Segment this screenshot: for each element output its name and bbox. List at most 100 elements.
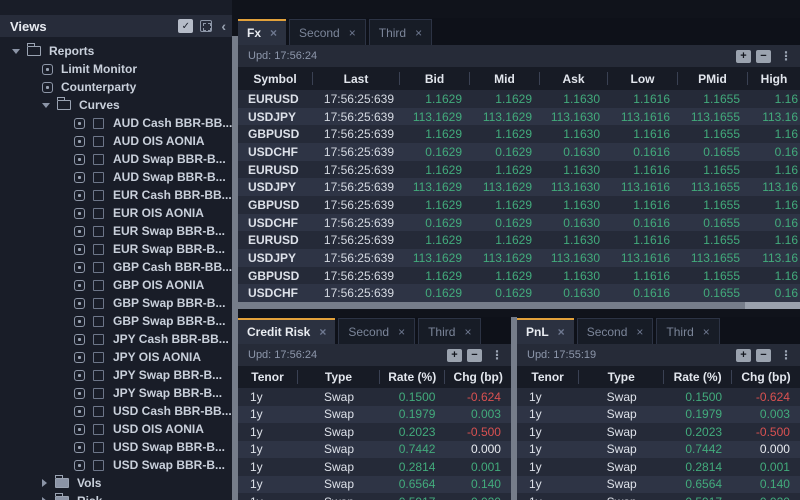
tree-item[interactable]: GBP OIS AONIA [0, 276, 232, 294]
tree-item[interactable]: JPY Swap BBR-B... [0, 366, 232, 384]
multi-select-icon[interactable] [200, 20, 212, 32]
item-checkbox[interactable] [93, 388, 104, 399]
tree-item[interactable]: Limit Monitor [0, 60, 232, 78]
maximize-button[interactable]: + [736, 50, 751, 63]
table-row[interactable]: EURUSD17:56:25:6391.16291.16291.16301.16… [238, 161, 800, 179]
tab-close-icon[interactable]: × [270, 27, 277, 39]
table-row[interactable]: 1ySwap0.65640.140 [517, 476, 800, 494]
table-row[interactable]: USDCHF17:56:25:6390.16290.16290.16300.16… [238, 284, 800, 302]
maximize-button[interactable]: + [736, 349, 751, 362]
item-checkbox[interactable] [93, 244, 104, 255]
tab-pnl[interactable]: PnL× [517, 318, 574, 344]
table-row[interactable]: 1ySwap0.2023-0.500 [517, 423, 800, 441]
table-row[interactable]: 1ySwap0.74420.000 [238, 441, 511, 459]
table-row[interactable]: USDCHF17:56:25:6390.16290.16290.16300.16… [238, 143, 800, 161]
maximize-button[interactable]: + [447, 349, 462, 362]
tree-item[interactable]: GBP Swap BBR-B... [0, 312, 232, 330]
table-row[interactable]: 1ySwap0.65640.140 [238, 476, 511, 494]
tab-third[interactable]: Third× [369, 19, 432, 45]
tab-second[interactable]: Second× [289, 19, 366, 45]
tree-item[interactable]: USD Swap BBR-B... [0, 438, 232, 456]
tab-credit-risk[interactable]: Credit Risk× [238, 318, 335, 344]
table-row[interactable]: USDJPY17:56:25:639113.1629113.1629113.16… [238, 249, 800, 267]
table-row[interactable]: USDCHF17:56:25:6390.16290.16290.16300.16… [238, 214, 800, 232]
item-checkbox[interactable] [93, 298, 104, 309]
item-checkbox[interactable] [93, 172, 104, 183]
column-header[interactable]: Type [579, 370, 664, 383]
panel-menu-icon[interactable]: ⋮ [491, 348, 503, 362]
column-header[interactable]: Low [608, 72, 678, 86]
column-header[interactable]: Last [313, 72, 400, 86]
column-header[interactable]: Chg (bp) [732, 370, 800, 383]
tab-close-icon[interactable]: × [349, 27, 356, 39]
table-row[interactable]: 1ySwap0.28140.001 [517, 458, 800, 476]
tree-item[interactable]: AUD OIS AONIA [0, 132, 232, 150]
tree-item[interactable]: AUD Cash BBR-BB... [0, 114, 232, 132]
tab-third[interactable]: Third× [656, 318, 719, 344]
caret-down-icon[interactable] [12, 49, 20, 54]
column-header[interactable]: Ask [540, 72, 608, 86]
collapse-sidebar-chevron-icon[interactable]: ‹ [221, 19, 226, 33]
item-checkbox[interactable] [93, 316, 104, 327]
item-checkbox[interactable] [93, 118, 104, 129]
column-header[interactable]: Bid [400, 72, 470, 86]
item-checkbox[interactable] [93, 442, 104, 453]
tree-item[interactable]: EUR OIS AONIA [0, 204, 232, 222]
table-row[interactable]: 1ySwap0.1500-0.624 [517, 388, 800, 406]
horizontal-splitter[interactable] [238, 302, 800, 309]
column-header[interactable]: Tenor [238, 370, 298, 383]
tree-item[interactable]: Risk [0, 492, 232, 500]
column-header[interactable]: Type [298, 370, 380, 383]
column-header[interactable]: Tenor [517, 370, 579, 383]
tab-close-icon[interactable]: × [636, 326, 643, 338]
select-all-checkbox-icon[interactable]: ✓ [178, 19, 193, 33]
tree-item[interactable]: AUD Swap BBR-B... [0, 168, 232, 186]
table-row[interactable]: GBPUSD17:56:25:6391.16291.16291.16301.16… [238, 267, 800, 285]
item-checkbox[interactable] [93, 460, 104, 471]
tree-item[interactable]: JPY OIS AONIA [0, 348, 232, 366]
tree-item[interactable]: GBP Cash BBR-BB... [0, 258, 232, 276]
tab-close-icon[interactable]: × [464, 326, 471, 338]
item-checkbox[interactable] [93, 334, 104, 345]
table-row[interactable]: 1ySwap0.1500-0.624 [238, 388, 511, 406]
tree-item[interactable]: JPY Swap BBR-B... [0, 384, 232, 402]
table-row[interactable]: USDJPY17:56:25:639113.1629113.1629113.16… [238, 108, 800, 126]
tab-second[interactable]: Second× [338, 318, 415, 344]
column-header[interactable]: High [748, 72, 800, 86]
item-checkbox[interactable] [93, 370, 104, 381]
tab-close-icon[interactable]: × [415, 27, 422, 39]
tab-third[interactable]: Third× [418, 318, 481, 344]
item-checkbox[interactable] [93, 190, 104, 201]
tree-item[interactable]: USD OIS AONIA [0, 420, 232, 438]
tab-close-icon[interactable]: × [558, 326, 565, 338]
minimize-button[interactable]: − [756, 349, 771, 362]
column-header[interactable]: Rate (%) [380, 370, 446, 383]
caret-right-icon[interactable] [42, 479, 47, 487]
caret-down-icon[interactable] [42, 103, 50, 108]
tree-item[interactable]: JPY Cash BBR-BB... [0, 330, 232, 348]
item-checkbox[interactable] [93, 136, 104, 147]
column-header[interactable]: Chg (bp) [445, 370, 511, 383]
item-checkbox[interactable] [93, 424, 104, 435]
table-row[interactable]: 1ySwap0.19790.003 [517, 406, 800, 424]
tree-item[interactable]: Curves [0, 96, 232, 114]
panel-menu-icon[interactable]: ⋮ [780, 49, 792, 63]
tab-second[interactable]: Second× [577, 318, 654, 344]
table-row[interactable]: EURUSD17:56:25:6391.16291.16291.16301.16… [238, 90, 800, 108]
tree-item[interactable]: Counterparty [0, 78, 232, 96]
table-row[interactable]: 1ySwap0.59170.020 [517, 493, 800, 500]
column-header[interactable]: Rate (%) [664, 370, 732, 383]
tree-item[interactable]: EUR Swap BBR-B... [0, 240, 232, 258]
item-checkbox[interactable] [93, 280, 104, 291]
panel-menu-icon[interactable]: ⋮ [780, 348, 792, 362]
table-row[interactable]: EURUSD17:56:25:6391.16291.16291.16301.16… [238, 231, 800, 249]
tree-item[interactable]: EUR Cash BBR-BB... [0, 186, 232, 204]
tab-close-icon[interactable]: × [703, 326, 710, 338]
table-row[interactable]: USDJPY17:56:25:639113.1629113.1629113.16… [238, 178, 800, 196]
minimize-button[interactable]: − [756, 50, 771, 63]
tree-item[interactable]: AUD Swap BBR-B... [0, 150, 232, 168]
column-header[interactable]: PMid [678, 72, 748, 86]
tree-item[interactable]: USD Cash BBR-BB... [0, 402, 232, 420]
table-row[interactable]: 1ySwap0.2023-0.500 [238, 423, 511, 441]
table-row[interactable]: 1ySwap0.19790.003 [238, 406, 511, 424]
